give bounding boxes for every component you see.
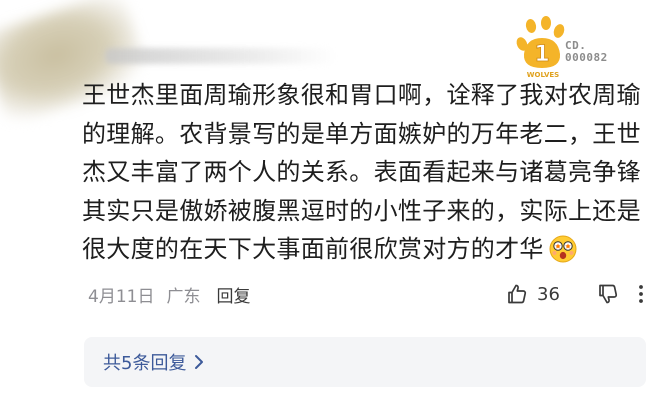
comment-meta: 4月11日 广东 回复 (88, 282, 250, 307)
thumbs-up-icon[interactable] (505, 282, 529, 306)
excited-face-emoji-icon (549, 235, 577, 263)
blurred-username (105, 48, 335, 64)
comment-region: 广东 (166, 286, 201, 307)
badge-code: CD. 000082 (565, 40, 608, 64)
chevron-right-icon (194, 354, 204, 370)
thumbs-down-icon[interactable] (596, 282, 620, 306)
comment-date: 4月11日 (88, 286, 155, 307)
comment-actions: 36 (505, 280, 644, 308)
replies-count-label: 共5条回复 (103, 353, 187, 374)
badge-code-number: 000082 (565, 51, 608, 64)
reply-button[interactable]: 回复 (216, 282, 250, 307)
view-replies-button[interactable]: 共5条回复 (84, 337, 646, 387)
comment-line: 王世杰里面周瑜形象很和胃口啊，诠释了我对农周瑜 (82, 81, 641, 109)
comment-line-last: 很大度的在天下大事面前很欣赏对方的才华 (82, 230, 654, 269)
comment-line: 的理解。农背景写的是单方面嫉妒的万年老二，王世 (82, 119, 641, 148)
comment-line: 很大度的在天下大事面前很欣赏对方的才华 (82, 235, 544, 263)
more-options-icon[interactable] (638, 283, 644, 305)
svg-text:1: 1 (534, 42, 549, 67)
comment-body: 王世杰里面周瑜形象很和胃口啊，诠释了我对农周瑜 的理解。农背景写的是单方面嫉妒的… (82, 76, 654, 269)
comment-line: 其实只是傲娇被腹黑逗时的小性子来的，实际上还是 (82, 196, 641, 225)
like-count: 36 (537, 283, 560, 305)
comment-line: 杰又丰富了两个人的关系。表面看起来与诸葛亮争锋 (82, 158, 641, 186)
